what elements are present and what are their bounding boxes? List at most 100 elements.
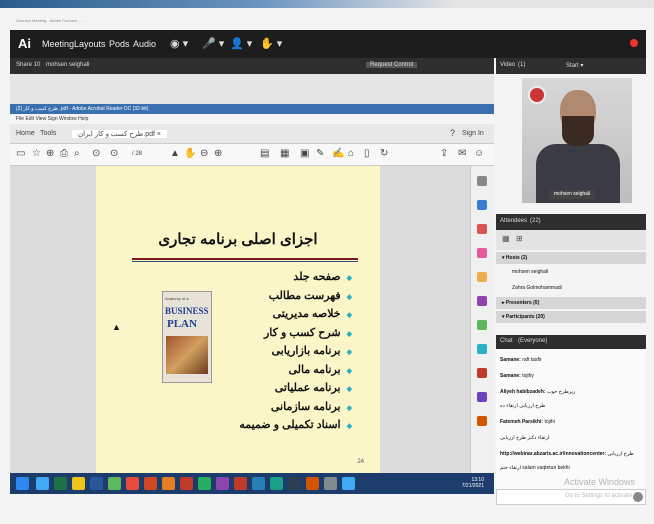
delete-icon[interactable]: ▯: [364, 148, 370, 159]
ie-icon[interactable]: [36, 477, 49, 490]
share-pod-title: Share 10: [16, 62, 41, 68]
app9-icon[interactable]: [324, 477, 337, 490]
menu-audio[interactable]: Audio: [133, 39, 156, 49]
app-icon[interactable]: [108, 477, 121, 490]
chat-input[interactable]: Go to Settings to activate: [496, 489, 646, 505]
chat-message: Fatemeh Parsikhi: tojihi: [500, 419, 555, 425]
app8-icon[interactable]: [306, 477, 319, 490]
protect-icon[interactable]: [477, 368, 487, 378]
explorer-icon[interactable]: [72, 477, 85, 490]
tab-document[interactable]: طرح کسب و کار ایران.pdf ×: [72, 130, 167, 138]
zoom-in-icon[interactable]: ⊕: [214, 148, 222, 159]
grid-view-icon[interactable]: ⊞: [516, 234, 523, 243]
organize-pages-icon[interactable]: [477, 320, 487, 330]
slide-page[interactable]: اجزای اصلی برنامه تجاری صفحه جلد فهرست م…: [96, 166, 380, 473]
fit-page-icon[interactable]: ▤: [260, 148, 269, 159]
book-cover-photo: [166, 336, 208, 374]
list-view-icon[interactable]: ▦: [502, 234, 510, 243]
combine-files-icon[interactable]: [477, 296, 487, 306]
more-tools-icon[interactable]: [477, 416, 487, 426]
search-icon[interactable]: ⌕: [74, 148, 80, 159]
acrobat-toolbar: ▭ ☆ ⊕ ⎙ ⌕ ⊙ ⊙ / 28 ▲ ✋ ⊖ ⊕ ▤ ▦ ▣ ✎ ✍ ⌂ ▯…: [10, 144, 494, 166]
acrobat-icon[interactable]: [180, 477, 193, 490]
app5-icon[interactable]: [252, 477, 265, 490]
pen-icon[interactable]: ✎: [316, 148, 324, 159]
powerpoint-icon[interactable]: [144, 477, 157, 490]
attendee-item[interactable]: mohsen seighali: [496, 266, 646, 278]
firefox-icon[interactable]: [162, 477, 175, 490]
fill-sign-icon[interactable]: [477, 392, 487, 402]
edit-pdf-icon[interactable]: [477, 248, 487, 258]
save-icon[interactable]: ▭: [16, 148, 25, 159]
app2-icon[interactable]: [198, 477, 211, 490]
stamp-icon[interactable]: ⌂: [348, 148, 354, 159]
taskbar-clock[interactable]: 13:10 7/21/2021: [462, 477, 484, 489]
menu-pods[interactable]: Pods: [109, 39, 130, 49]
help-icon[interactable]: ?: [450, 128, 455, 138]
connect-menubar: Ai Meeting Layouts Pods Audio ◉ ▾ 🎤 ▾ 👤 …: [10, 30, 646, 58]
app4-icon[interactable]: [234, 477, 247, 490]
chat-sender: Samane:: [500, 373, 521, 379]
send-icon[interactable]: [633, 492, 643, 502]
upload-icon[interactable]: ⊕: [46, 148, 54, 159]
prev-page-icon[interactable]: ⊙: [92, 148, 100, 159]
attendee-item[interactable]: Zahra Golmohammadi: [496, 282, 646, 294]
page-counter: / 28: [132, 151, 143, 157]
rotate-icon[interactable]: ↻: [380, 148, 388, 159]
attendees-toolbar: ▦ ⊞: [496, 230, 646, 250]
chrome-icon[interactable]: [126, 477, 139, 490]
hand-tool-icon[interactable]: ✋: [184, 148, 196, 159]
university-logo-icon: [528, 86, 546, 104]
export-pdf-icon[interactable]: [477, 200, 487, 210]
window-top-strip: [0, 0, 654, 8]
sign-icon[interactable]: ✍: [332, 148, 344, 159]
next-page-icon[interactable]: ⊙: [110, 148, 118, 159]
raise-hand-icon[interactable]: ✋ ▾: [260, 37, 282, 50]
attendees-count: (22): [530, 218, 541, 224]
microphone-icon[interactable]: 🎤 ▾: [202, 37, 224, 50]
print-icon[interactable]: ⎙: [60, 148, 68, 159]
presenters-group[interactable]: ▸ Presenters (0): [496, 297, 646, 309]
app6-icon[interactable]: [270, 477, 283, 490]
slide-title: اجزای اصلی برنامه تجاری: [158, 231, 318, 248]
start-icon[interactable]: [16, 477, 29, 490]
app10-icon[interactable]: [342, 477, 355, 490]
chat-message: Aliyeh habibzadeh: زیرطرح خوب: [500, 389, 575, 395]
menu-meeting[interactable]: Meeting: [42, 39, 74, 49]
app7-icon[interactable]: [288, 477, 301, 490]
chat-text: tojihy: [522, 373, 534, 379]
chat-message: Samane: tojihy: [500, 373, 534, 379]
start-video-button[interactable]: Start ▾: [566, 62, 583, 69]
participants-group[interactable]: ▾ Participants (20): [496, 311, 646, 323]
share-presenter: mohsen seighali: [46, 62, 90, 68]
comment-tool-icon[interactable]: [477, 272, 487, 282]
request-control-button[interactable]: Request Control: [366, 62, 418, 68]
excel-icon[interactable]: [54, 477, 67, 490]
hosts-group[interactable]: ▾ Hosts (2): [496, 252, 646, 264]
app3-icon[interactable]: [216, 477, 229, 490]
mail-icon[interactable]: ✉: [458, 148, 466, 159]
note-icon[interactable]: ▣: [300, 148, 309, 159]
chat-scope[interactable]: (Everyone): [518, 338, 547, 344]
word-icon[interactable]: [90, 477, 103, 490]
speaker-beard: [562, 116, 594, 146]
comment-icon[interactable]: ▦: [280, 148, 289, 159]
zoom-tool-icon[interactable]: [477, 176, 487, 186]
redact-icon[interactable]: [477, 344, 487, 354]
camera-icon[interactable]: 👤 ▾: [230, 37, 252, 50]
tab-home[interactable]: Home: [16, 130, 35, 137]
recording-icon[interactable]: [630, 39, 638, 47]
acrobat-menu-bar[interactable]: File Edit View Sign Window Help: [10, 114, 494, 124]
sign-in-button[interactable]: Sign In: [462, 130, 484, 137]
chat-message: http://webinar.abzaris.ac.ir/innovationc…: [500, 451, 634, 457]
speaker-icon[interactable]: ◉ ▾: [170, 37, 188, 50]
chat-sender: http://webinar.abzaris.ac.ir/innovationc…: [500, 451, 607, 457]
bookmark-icon[interactable]: ☆: [32, 148, 41, 159]
create-pdf-icon[interactable]: [477, 224, 487, 234]
zoom-out-icon[interactable]: ⊖: [200, 148, 208, 159]
menu-layouts[interactable]: Layouts: [74, 39, 106, 49]
select-tool-icon[interactable]: ▲: [170, 148, 180, 159]
share-icon[interactable]: ⇪: [440, 148, 448, 159]
account-icon[interactable]: ☺: [474, 148, 484, 159]
tab-tools[interactable]: Tools: [40, 130, 56, 137]
